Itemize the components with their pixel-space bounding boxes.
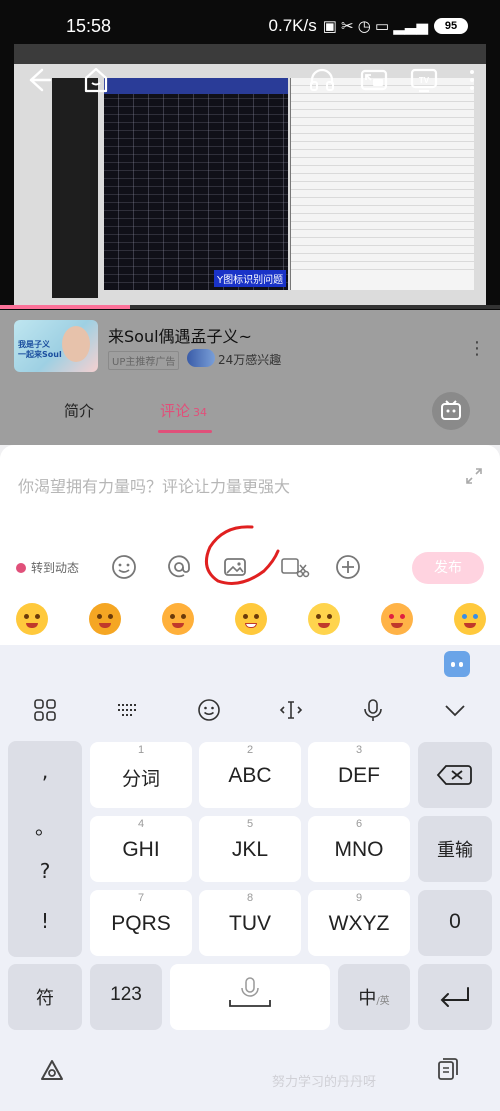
tv-assistant-button[interactable] [432, 392, 470, 430]
ad-thumbnail-face [62, 326, 90, 362]
key-8[interactable]: 8 TUV [199, 890, 301, 956]
tab-intro[interactable]: 简介 [64, 400, 94, 421]
video-player[interactable]: Y图标识别问题 TV [0, 0, 500, 310]
add-icon[interactable] [334, 553, 362, 581]
ad-thumbnail-text: 我是子义 一起来Soul [18, 340, 62, 359]
enter-key[interactable] [418, 964, 492, 1030]
ime-logo-icon[interactable] [38, 1057, 66, 1085]
key-5[interactable]: 5 JKL [199, 816, 301, 882]
video-info-section: 我是子义 一起来Soul 来Soul偶遇孟子义~ UP主推荐广告 24万感兴趣 … [0, 310, 500, 445]
reinput-key[interactable]: 重输 [418, 816, 492, 882]
red-annotation-mark [204, 525, 280, 585]
punct-comma[interactable]: , [8, 759, 82, 783]
key-3[interactable]: 3 DEF [308, 742, 410, 808]
key-7[interactable]: 7 PQRS [90, 890, 192, 956]
tab-comments-count: 34 [193, 406, 208, 419]
home-icon[interactable] [80, 64, 112, 96]
backspace-key[interactable] [418, 742, 492, 808]
send-button[interactable]: 发布 [412, 552, 484, 584]
punctuation-column[interactable]: , 。 ? ! [8, 741, 82, 957]
repost-toggle[interactable]: 转到动态 [16, 559, 79, 576]
key-9[interactable]: 9 WXYZ [308, 890, 410, 956]
back-arrow-icon[interactable] [22, 64, 54, 96]
ad-title[interactable]: 来Soul偶遇孟子义~ [108, 323, 252, 347]
headphones-icon[interactable] [306, 64, 338, 96]
video-grid-header [104, 78, 288, 94]
symbol-key[interactable]: 符 [8, 964, 82, 1030]
space-mic-icon [229, 977, 271, 1007]
video-progress-fill [0, 305, 130, 309]
tab-comments-label: 评论 [160, 402, 191, 420]
emoji-kiss-icon[interactable] [162, 603, 194, 635]
emoji-face-icon[interactable] [110, 553, 138, 581]
ad-avatar-group [187, 349, 215, 367]
key-0[interactable]: 0 [418, 890, 492, 956]
screen: Y图标识别问题 TV 15:58 0.7K/s ▣ ✂ ◷ ▭ ▂▃▅ 95 我… [0, 0, 500, 1111]
collapse-keyboard-icon[interactable] [442, 697, 468, 723]
tv-cast-icon[interactable]: TV [408, 64, 440, 96]
emoji-grin-icon[interactable] [235, 603, 267, 635]
ad-thumbnail[interactable]: 我是子义 一起来Soul [14, 320, 98, 372]
tab-active-indicator [158, 430, 212, 433]
space-key[interactable] [170, 964, 330, 1030]
status-bar: 15:58 0.7K/s ▣ ✂ ◷ ▭ ▂▃▅ 95 [0, 0, 500, 44]
number-toggle-key[interactable]: 123 [90, 964, 162, 1030]
keyboard-switch-icon[interactable] [114, 697, 140, 723]
key-4[interactable]: 4 GHI [90, 816, 192, 882]
repost-label: 转到动态 [31, 561, 80, 575]
emoji-heart-eyes-icon[interactable] [381, 603, 413, 635]
apps-grid-icon[interactable] [32, 697, 58, 723]
key-1[interactable]: 1 分词 [90, 742, 192, 808]
emoji-dog-icon[interactable] [16, 603, 48, 635]
status-net-speed: 0.7K/s [268, 16, 317, 35]
emoji-scared-icon[interactable] [89, 603, 121, 635]
backspace-icon [436, 765, 472, 785]
more-vertical-icon[interactable] [462, 64, 482, 96]
tab-comments[interactable]: 评论 34 [160, 400, 207, 421]
lang-primary: 中 [358, 988, 377, 1009]
video-subtitle: Y图标识别问题 [214, 270, 287, 287]
repost-radio-icon [16, 562, 26, 573]
ad-badge: UP主推荐广告 [108, 351, 180, 370]
lang-secondary: /英 [376, 996, 390, 1007]
video-data-grid [104, 78, 288, 290]
ad-interest-count: 24万感兴趣 [218, 353, 282, 367]
mention-icon[interactable] [165, 553, 193, 581]
enter-icon [440, 987, 469, 1007]
clipboard-icon[interactable] [434, 1055, 462, 1083]
status-right: 0.7K/s ▣ ✂ ◷ ▭ ▂▃▅ 95 [269, 16, 468, 36]
comment-compose-sheet: 你渴望拥有力量吗？评论让力量更强大 转到动态 发布 [0, 445, 500, 645]
video-app-sidebar [52, 78, 98, 298]
key-2[interactable]: 2 ABC [199, 742, 301, 808]
expand-icon[interactable] [465, 467, 483, 485]
ad-more-icon[interactable]: ⋮ [468, 338, 486, 359]
video-progress-bar[interactable] [0, 305, 500, 309]
punct-question[interactable]: ? [8, 859, 82, 883]
pip-icon[interactable] [358, 64, 390, 96]
video-app-toolbar [14, 44, 486, 64]
status-time: 15:58 [66, 16, 112, 36]
emoji-crying-icon[interactable] [454, 603, 486, 635]
status-icons: ▣ ✂ ◷ ▭ ▂▃▅ [322, 18, 428, 35]
cursor-move-icon[interactable] [278, 697, 304, 723]
emoji-quick-row [0, 595, 500, 645]
ime-mascot-icon[interactable] [444, 651, 470, 677]
video-right-panel [290, 78, 474, 290]
comment-input[interactable]: 你渴望拥有力量吗？评论让力量更强大 [18, 473, 290, 497]
microphone-icon[interactable] [360, 697, 386, 723]
tv-mascot-icon [441, 400, 461, 420]
punct-period[interactable]: 。 [8, 811, 82, 840]
punct-exclaim[interactable]: ! [8, 909, 82, 933]
emoji-keyboard-icon[interactable] [196, 697, 222, 723]
battery-icon: 95 [434, 18, 468, 34]
svg-text:TV: TV [419, 76, 430, 85]
key-6[interactable]: 6 MNO [308, 816, 410, 882]
language-switch-key[interactable]: 中/英 [338, 964, 410, 1030]
emoji-shocked-icon[interactable] [308, 603, 340, 635]
ime-keyboard: , 。 ? ! 1 分词 2 ABC 3 DEF 4 GHI 5 JKL 6 MNO 重输 … [0, 645, 500, 1111]
watermark-text: 努力学习的丹丹呀 [272, 1075, 377, 1090]
